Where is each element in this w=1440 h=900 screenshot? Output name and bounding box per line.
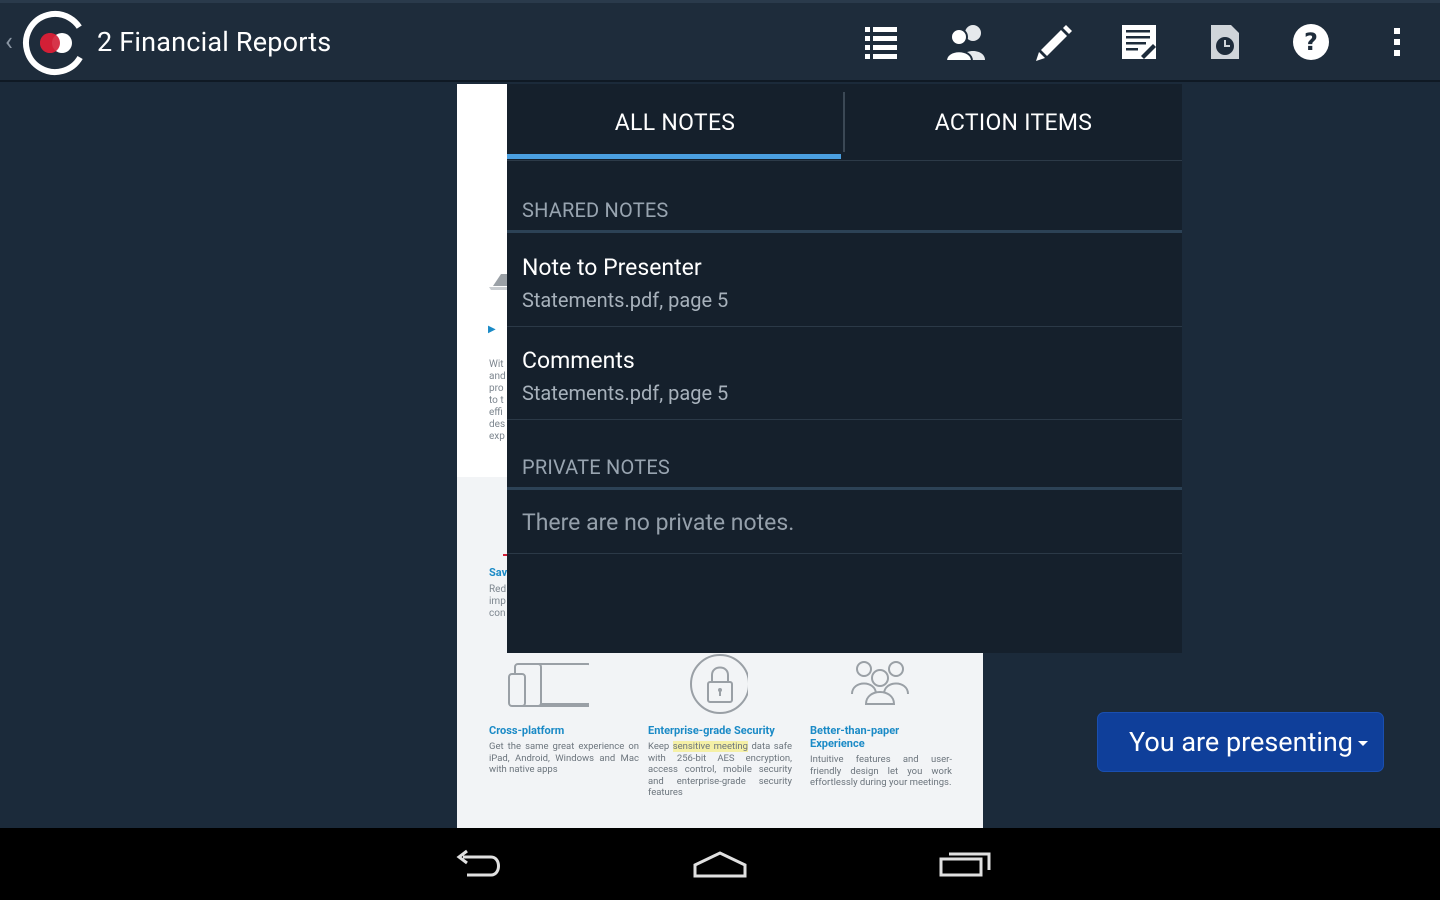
svg-text:?: ? — [1304, 28, 1318, 56]
group-icon — [810, 654, 952, 714]
recents-icon[interactable] — [930, 842, 1000, 886]
page-graphic-fragment — [487, 272, 507, 292]
note-source: Statements.pdf, page 5 — [522, 381, 729, 405]
lock-icon — [648, 654, 792, 714]
selected-tab-indicator — [507, 154, 841, 159]
feature-security: Enterprise-grade Security Keep sensitive… — [648, 654, 792, 799]
feature-title: Enterprise-grade Security — [648, 724, 775, 737]
notes-panel: ALL NOTES ACTION ITEMS SHARED NOTES Note… — [507, 84, 1182, 653]
note-item[interactable]: Comments Statements.pdf, page 5 — [507, 327, 1182, 420]
list-icon[interactable] — [859, 20, 903, 64]
notes-icon[interactable] — [1117, 20, 1161, 64]
page-text-fragment: Wit and pro to t effi des exp — [489, 359, 506, 442]
notes-tabs: ALL NOTES ACTION ITEMS — [507, 84, 1182, 161]
pencil-icon[interactable] — [1031, 20, 1075, 64]
top-edge — [0, 0, 1440, 3]
note-source: Statements.pdf, page 5 — [522, 288, 729, 312]
action-bar: ‹ 2 Financial Reports ? — [0, 0, 1440, 82]
document-title: 2 Financial Reports — [97, 26, 332, 58]
system-navigation-bar — [0, 828, 1440, 900]
dropdown-caret-icon — [1358, 741, 1368, 746]
history-icon[interactable] — [1203, 20, 1247, 64]
feature-body: Keep sensitive meeting data safe with 25… — [648, 741, 792, 798]
page-bullet-arrow: ▶ — [488, 324, 496, 335]
feature-title: Better-than-paper Experience — [810, 724, 900, 750]
back-chevron-icon[interactable]: ‹ — [5, 28, 19, 56]
home-icon[interactable] — [685, 842, 755, 886]
feature-body: Get the same great experience on iPad, A… — [489, 741, 639, 775]
overflow-menu-icon[interactable] — [1375, 20, 1419, 64]
devices-icon — [489, 654, 639, 714]
note-title: Note to Presenter — [522, 254, 702, 281]
feature-title: Cross-platform — [489, 724, 565, 737]
feature-body: Intuitive features and user-friendly des… — [810, 754, 952, 788]
app-logo[interactable] — [22, 10, 88, 76]
presenting-label: You are presenting — [1129, 726, 1353, 758]
shared-notes-header: SHARED NOTES — [507, 161, 1182, 233]
presenting-button[interactable]: You are presenting — [1097, 712, 1384, 772]
note-title: Comments — [522, 347, 635, 374]
participants-icon[interactable] — [944, 20, 988, 64]
help-icon[interactable]: ? — [1289, 20, 1333, 64]
private-notes-empty: There are no private notes. — [507, 490, 1182, 554]
feature-experience: Better-than-paper Experience Intuitive f… — [810, 654, 952, 789]
page-heading-fragment: Sav — [489, 566, 508, 579]
back-icon[interactable] — [442, 842, 512, 886]
note-item[interactable]: Note to Presenter Statements.pdf, page 5 — [507, 234, 1182, 327]
tab-all-notes[interactable]: ALL NOTES — [507, 84, 843, 160]
page-text-fragment-2: Red imp con — [489, 584, 507, 619]
tab-action-items[interactable]: ACTION ITEMS — [845, 84, 1182, 160]
highlighted-text: sensitive meeting — [672, 741, 748, 752]
private-notes-header: PRIVATE NOTES — [507, 420, 1182, 490]
feature-cross-platform: Cross-platform Get the same great experi… — [489, 654, 639, 776]
